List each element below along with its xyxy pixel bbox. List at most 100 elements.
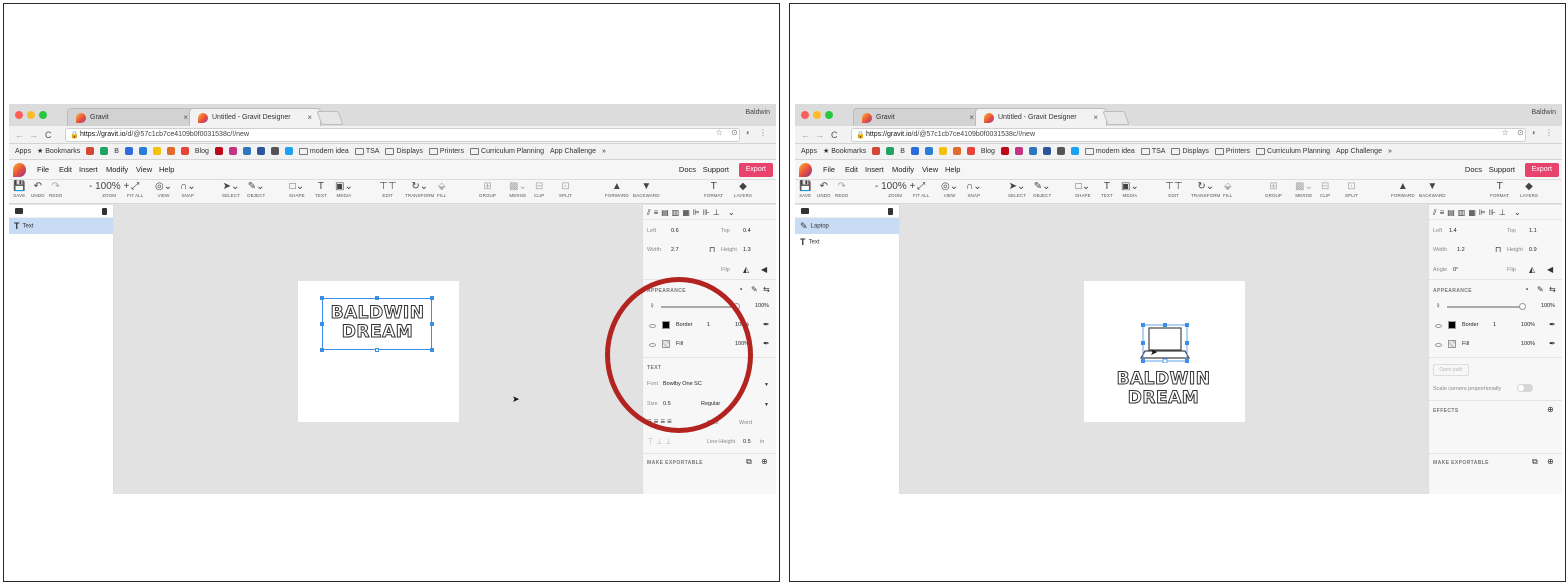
opacity-value[interactable]: 100% (755, 303, 769, 309)
styles-icon[interactable]: ⇆ (763, 286, 770, 294)
tool-backward[interactable]: ▼ BACKWARD (633, 181, 660, 198)
fill-color-swatch[interactable] (662, 340, 670, 348)
eyedropper-icon[interactable]: ✒ (763, 340, 770, 348)
resize-handle[interactable] (430, 348, 434, 352)
char-tab[interactable]: Char (707, 420, 719, 426)
menu-view[interactable]: View (922, 160, 938, 180)
bookmark-site-icon[interactable] (242, 147, 251, 156)
tool-select[interactable]: ➤⌄ SELECT (222, 181, 240, 198)
bookmark-item[interactable]: ★ Bookmarks (823, 144, 866, 159)
eye-icon[interactable] (1435, 343, 1442, 347)
border-width-field[interactable]: 1 (1493, 322, 1496, 328)
blend-icon[interactable]: ◔ (738, 286, 743, 294)
weight-select[interactable]: Regular (701, 401, 720, 407)
bookmark-item[interactable]: Printers (1214, 144, 1250, 159)
text-dream[interactable]: DREAM (1109, 389, 1218, 407)
tool-clip[interactable]: ⊟ CLIP (1320, 181, 1330, 198)
tool-split[interactable]: ⊡ SPLIT (559, 181, 572, 198)
canvas[interactable]: BALDWIN DREAM ➤ (900, 205, 1428, 494)
support-link[interactable]: Support (703, 160, 729, 180)
bookmark-item[interactable]: Curriculum Planning (470, 144, 544, 159)
tool-fit-all[interactable]: ⤢ FIT ALL (127, 181, 143, 198)
align-tools-icon[interactable]: ⫽≡▤▥▦⊫⊪⊥ ⌄ (1433, 208, 1524, 218)
trash-icon[interactable] (102, 208, 107, 215)
flip-vertical-icon[interactable]: ◀ (761, 266, 767, 274)
bookmark-site-icon[interactable] (214, 147, 223, 156)
tool-object[interactable]: ✎⌄ OBJECT (1033, 181, 1051, 198)
left-field[interactable]: 1.4 (1449, 228, 1457, 234)
bookmark-site-icon[interactable] (966, 147, 975, 156)
profile-name[interactable]: Baldwin (745, 109, 770, 116)
tool-edit[interactable]: ⊤⊤ EDIT (379, 181, 396, 198)
menu-modify[interactable]: Modify (892, 160, 914, 180)
eye-icon[interactable] (1435, 324, 1442, 328)
tab-gravit[interactable]: Gravit × (67, 108, 197, 126)
menu-help[interactable]: Help (945, 160, 960, 180)
forward-icon[interactable]: → (29, 129, 38, 141)
tool-snap[interactable]: ∩⌄ SNAP (966, 181, 982, 198)
fill-color-swatch[interactable] (1448, 340, 1456, 348)
bookmark-site-icon[interactable] (256, 147, 265, 156)
tool-media[interactable]: ▣⌄ MEDIA (335, 181, 353, 198)
maximize-window-icon[interactable] (39, 111, 47, 119)
tool-view[interactable]: ◎⌄ VIEW (155, 181, 172, 198)
tool-forward[interactable]: ▲ FORWARD (1391, 181, 1415, 198)
trash-icon[interactable] (888, 208, 893, 215)
menu-modify[interactable]: Modify (106, 160, 128, 180)
bookmark-site-icon[interactable] (284, 147, 293, 156)
flip-vertical-icon[interactable]: ◀ (1547, 266, 1553, 274)
bookmark-site-icon[interactable] (1070, 147, 1079, 156)
width-field[interactable]: 1.2 (1457, 247, 1465, 253)
bookmark-site-icon[interactable] (100, 147, 109, 156)
flip-horizontal-icon[interactable]: ◭ (743, 266, 749, 274)
top-field[interactable]: 1.1 (1529, 228, 1537, 234)
border-opacity-field[interactable]: 100% (1521, 322, 1535, 328)
close-window-icon[interactable] (801, 111, 809, 119)
tool-shape[interactable]: □⌄ SHAPE (289, 181, 305, 198)
menu-insert[interactable]: Insert (79, 160, 98, 180)
folder-icon[interactable] (801, 208, 809, 214)
bookmark-site-icon[interactable] (1000, 147, 1009, 156)
export-slice-icon[interactable]: ⧉ (746, 458, 752, 466)
resize-handle[interactable] (375, 348, 379, 352)
minimize-window-icon[interactable] (27, 111, 35, 119)
tab-untitled[interactable]: Untitled - Gravit Designer × (975, 108, 1107, 126)
export-button[interactable]: Export (738, 163, 773, 177)
export-slice-icon[interactable]: ⧉ (1532, 458, 1538, 466)
tool-zoom[interactable]: - 100% + ZOOM (89, 181, 129, 198)
tool-text[interactable]: T TEXT (1101, 181, 1113, 198)
close-window-icon[interactable] (15, 111, 23, 119)
styles-icon[interactable]: ⇆ (1549, 286, 1556, 294)
chevron-down-icon[interactable]: ▼ (764, 381, 769, 389)
bookmark-item[interactable]: B (900, 144, 905, 159)
tool-save[interactable]: 💾 SAVE (799, 181, 811, 198)
bookmark-site-icon[interactable] (124, 147, 133, 156)
tool-fill[interactable]: ⬙ FILL (437, 181, 446, 198)
left-field[interactable]: 0.6 (671, 228, 679, 234)
new-tab-button[interactable] (1102, 111, 1130, 125)
url-input[interactable]: 🔒 https://gravit.io/d/@57c1cb7ce4109b0f00… (65, 128, 740, 142)
bookmark-site-icon[interactable] (872, 147, 881, 156)
bookmark-site-icon[interactable] (1028, 147, 1037, 156)
pen-icon[interactable]: ✎ (1537, 286, 1544, 294)
bookmark-item[interactable]: TSA (1140, 144, 1165, 159)
canvas[interactable]: BALDWIN DREAM ➤ (114, 205, 642, 494)
profile-name[interactable]: Baldwin (1531, 109, 1556, 116)
border-color-swatch[interactable] (662, 321, 670, 329)
tool-media[interactable]: ▣⌄ MEDIA (1121, 181, 1139, 198)
layer-item-text[interactable]: T Text (9, 218, 113, 234)
fill-opacity-field[interactable]: 100% (735, 341, 749, 347)
tool-merge[interactable]: ▩⌄ MERGE (509, 181, 527, 198)
bookmark-item[interactable]: modern idea (1084, 144, 1135, 159)
bookmark-site-icon[interactable] (138, 147, 147, 156)
export-button[interactable]: Export (1524, 163, 1559, 177)
tool-transform[interactable]: ↻⌄ TRANSFORM (405, 181, 434, 198)
resize-handle[interactable] (320, 348, 324, 352)
line-height-field[interactable]: 0.5 (743, 439, 751, 445)
tool-group[interactable]: ⊞ GROUP (479, 181, 496, 198)
eyedropper-icon[interactable]: ✒ (763, 321, 770, 329)
bookmark-site-icon[interactable] (180, 147, 189, 156)
reload-icon[interactable]: C (45, 129, 52, 141)
bookmark-item[interactable]: Apps (801, 144, 817, 159)
tool-forward[interactable]: ▲ FORWARD (605, 181, 629, 198)
